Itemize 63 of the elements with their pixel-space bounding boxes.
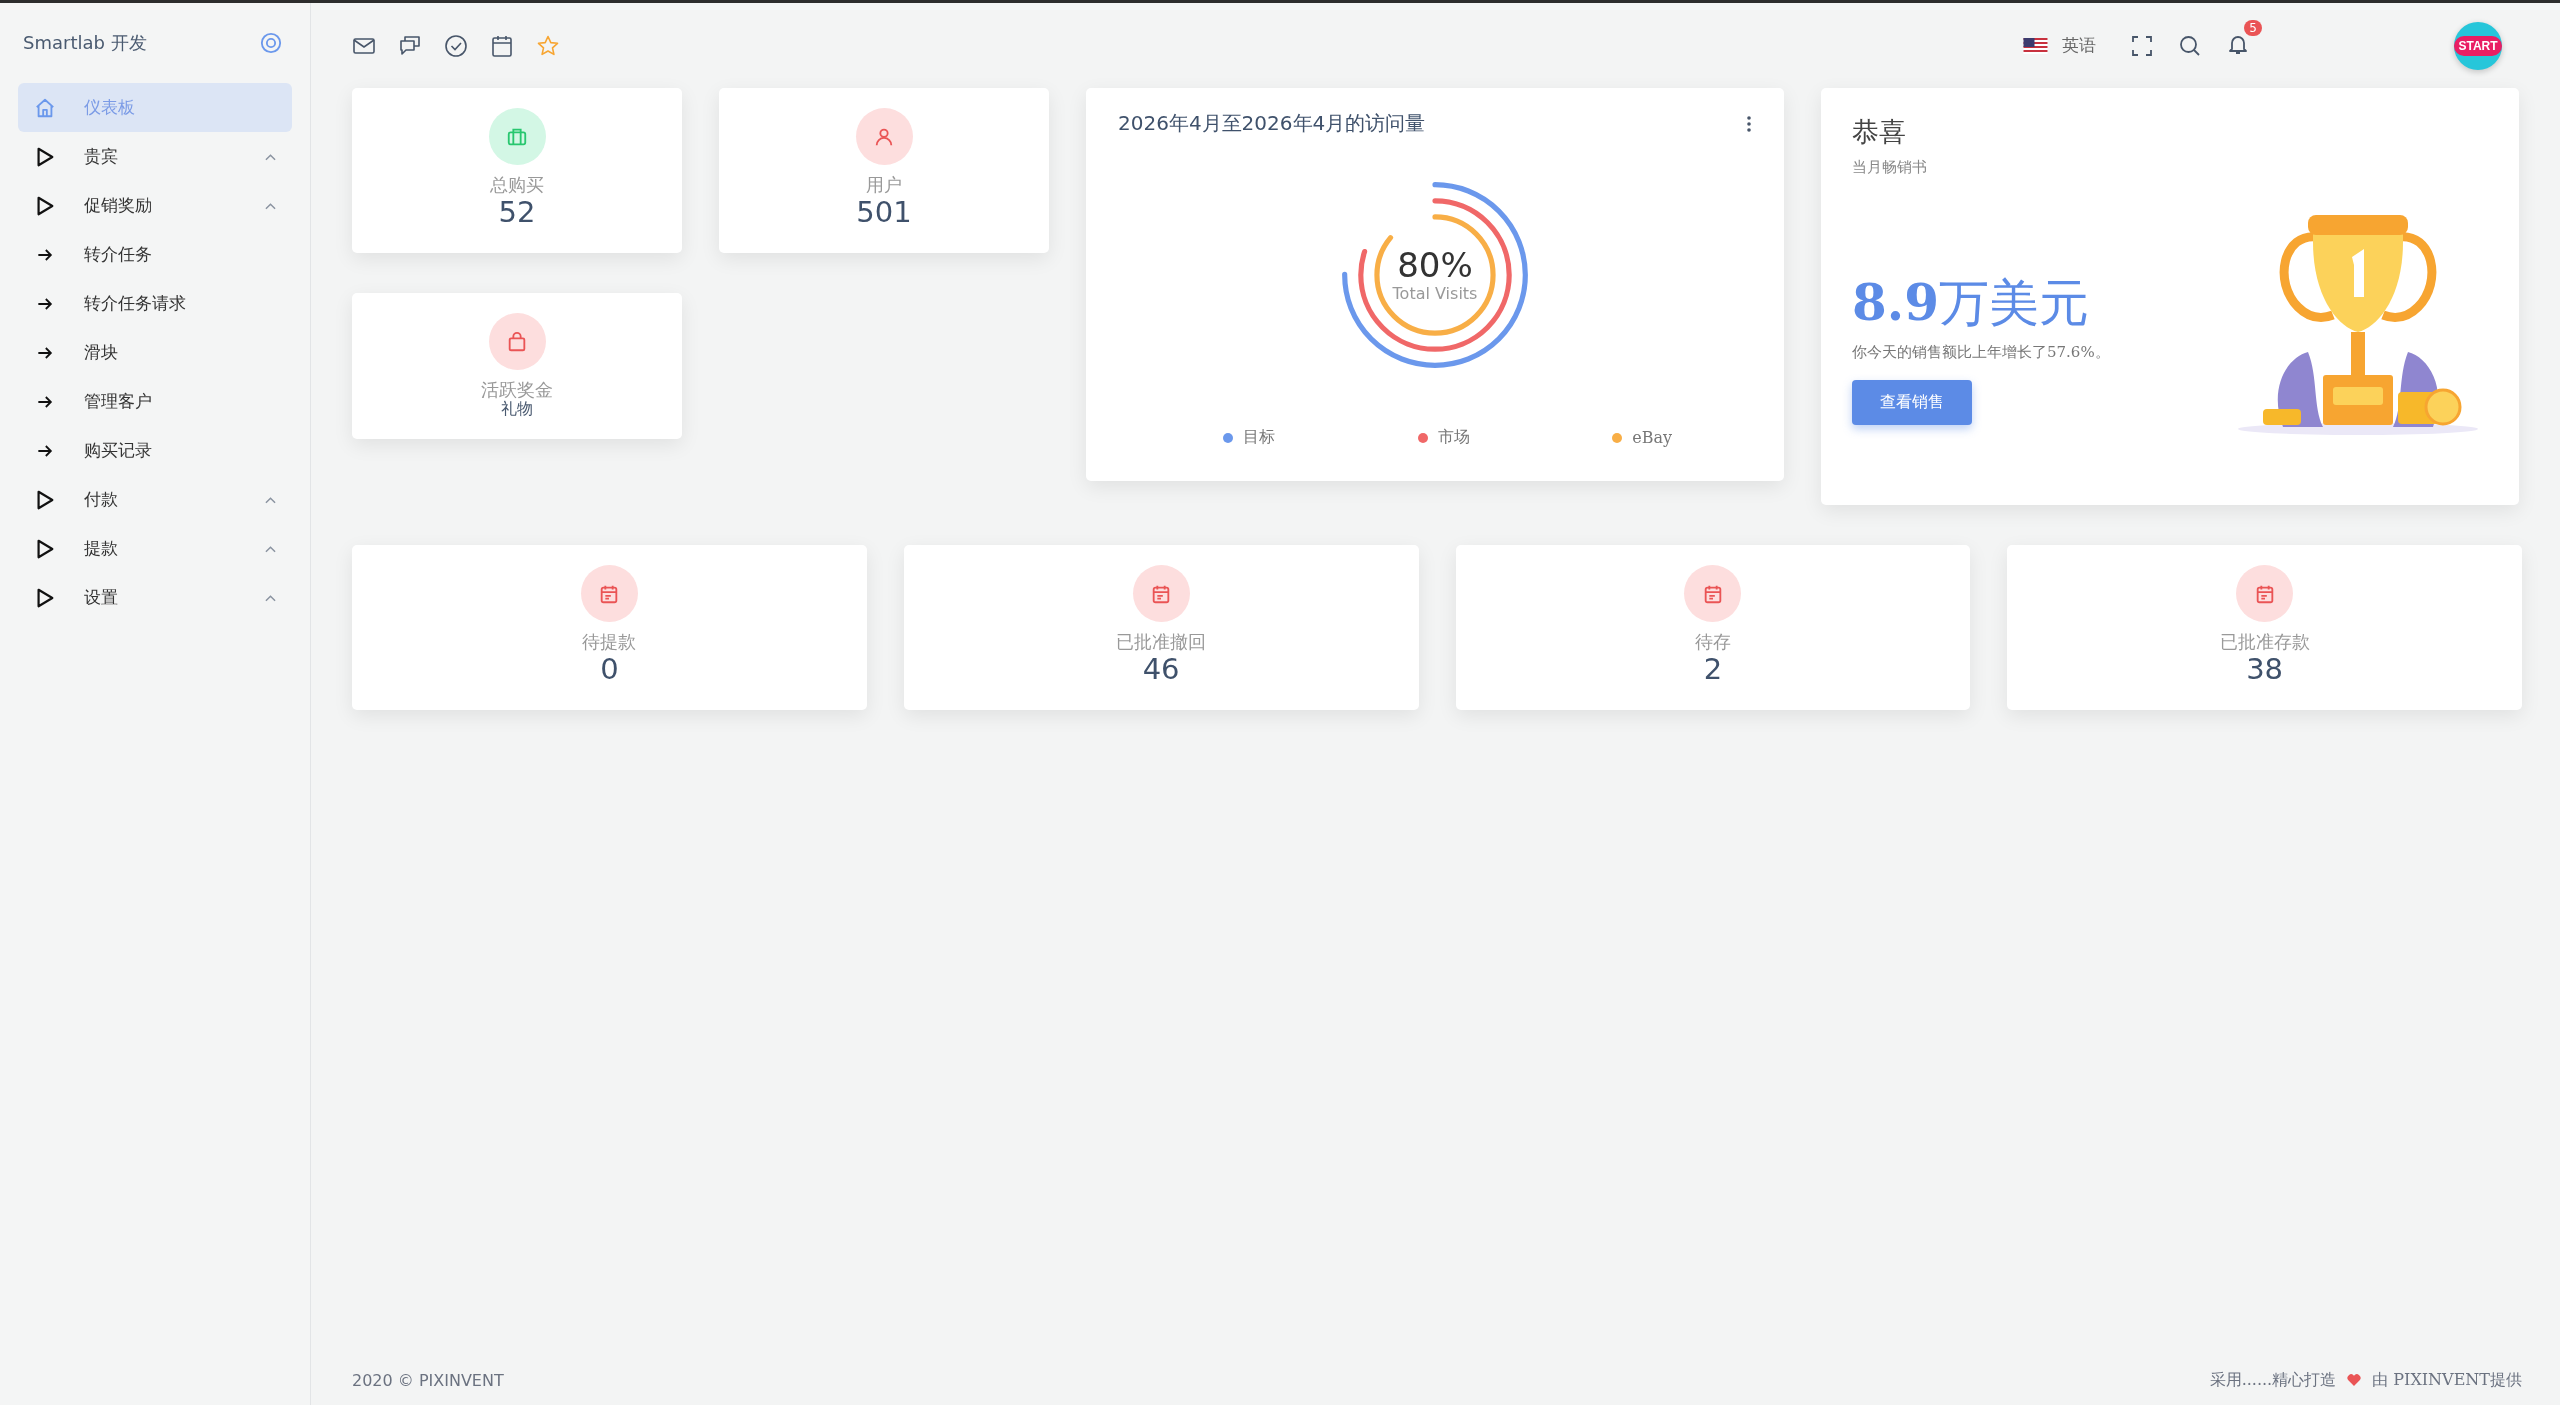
chevron-up-icon [265,593,276,602]
legend-label: 目标 [1243,427,1275,448]
sales-amount: 8.9万美元 [1852,275,2089,331]
card-subtitle: 当月畅销书 [1852,158,1928,177]
sidebar-item[interactable]: 管理客户 [18,377,292,426]
stat-value: 52 [498,194,536,230]
stat-value: 501 [856,194,912,230]
legend-label: eBay [1632,428,1672,447]
percent-label: Total Visits [1392,284,1478,304]
sidebar-item[interactable]: 转介任务 [18,230,292,279]
target-icon[interactable] [260,32,282,54]
play-icon [34,194,56,217]
stat-label: 待存 [1694,632,1731,652]
footer-text: 采用......精心打造 [2209,1369,2337,1391]
check-circle-icon[interactable] [444,33,468,58]
sidebar-item[interactable]: 转介任务请求 [18,279,292,328]
stat-value: 礼物 [501,399,533,418]
footer-text: 由 PIXINVENT提供 [2372,1369,2522,1391]
chevron-up-icon [265,201,276,210]
sidebar-item[interactable]: 贵宾 [18,132,292,181]
star-icon[interactable] [536,33,560,58]
sidebar-item[interactable]: 购买记录 [18,426,292,475]
flag-icon[interactable] [2023,37,2048,54]
brand-name[interactable]: Smartlab 开发 [23,31,147,55]
sales-description: 你今天的销售额比上年增长了57.6%。 [1852,343,2110,362]
play-icon [34,537,56,560]
shopping-bag-icon [506,330,528,353]
notification-badge: 5 [2244,19,2262,36]
card-title: 恭喜 [1852,115,1907,149]
stat-label: 活跃奖金 [481,380,553,400]
stat-label: 已批准存款 [2219,632,2310,652]
percent-value: 80% [1397,246,1473,285]
search-icon[interactable] [2178,33,2202,58]
stat-value: 46 [1142,651,1180,687]
stat-label: 用户 [866,175,902,195]
stat-value: 38 [2246,651,2284,687]
home-icon [34,96,56,119]
heart-icon [2346,1372,2363,1388]
play-icon [34,488,56,511]
stat-value: 0 [600,651,619,687]
sidebar-item[interactable]: 滑块 [18,328,292,377]
fullscreen-icon[interactable] [2130,33,2154,58]
chevron-up-icon [265,495,276,504]
avatar[interactable]: START [2454,21,2502,70]
play-icon [34,586,56,609]
card-title: 2026年4月至2026年4月的访问量 [1118,110,1426,137]
calendar-icon[interactable] [490,33,514,58]
sidebar-item[interactable]: 付款 [18,475,292,524]
legend-label: 市场 [1437,427,1470,448]
sidebar-item[interactable]: 设置 [18,573,292,622]
play-icon [34,145,56,168]
stat-value: 2 [1703,651,1723,687]
copyright-text: 2020 © PIXINVENT [352,1370,504,1390]
chat-icon[interactable] [398,33,422,58]
more-vertical-icon[interactable] [1746,113,1752,134]
chevron-up-icon [265,544,276,553]
stat-label: 总购买 [490,175,544,195]
stat-label: 待提款 [582,632,637,652]
language-selector[interactable]: 英语 [2062,34,2096,57]
sidebar-item[interactable]: 提款 [18,524,292,573]
chevron-up-icon [265,152,276,161]
stat-label: 已批准撤回 [1116,632,1207,652]
sidebar-item[interactable]: 促销奖励 [18,181,292,230]
